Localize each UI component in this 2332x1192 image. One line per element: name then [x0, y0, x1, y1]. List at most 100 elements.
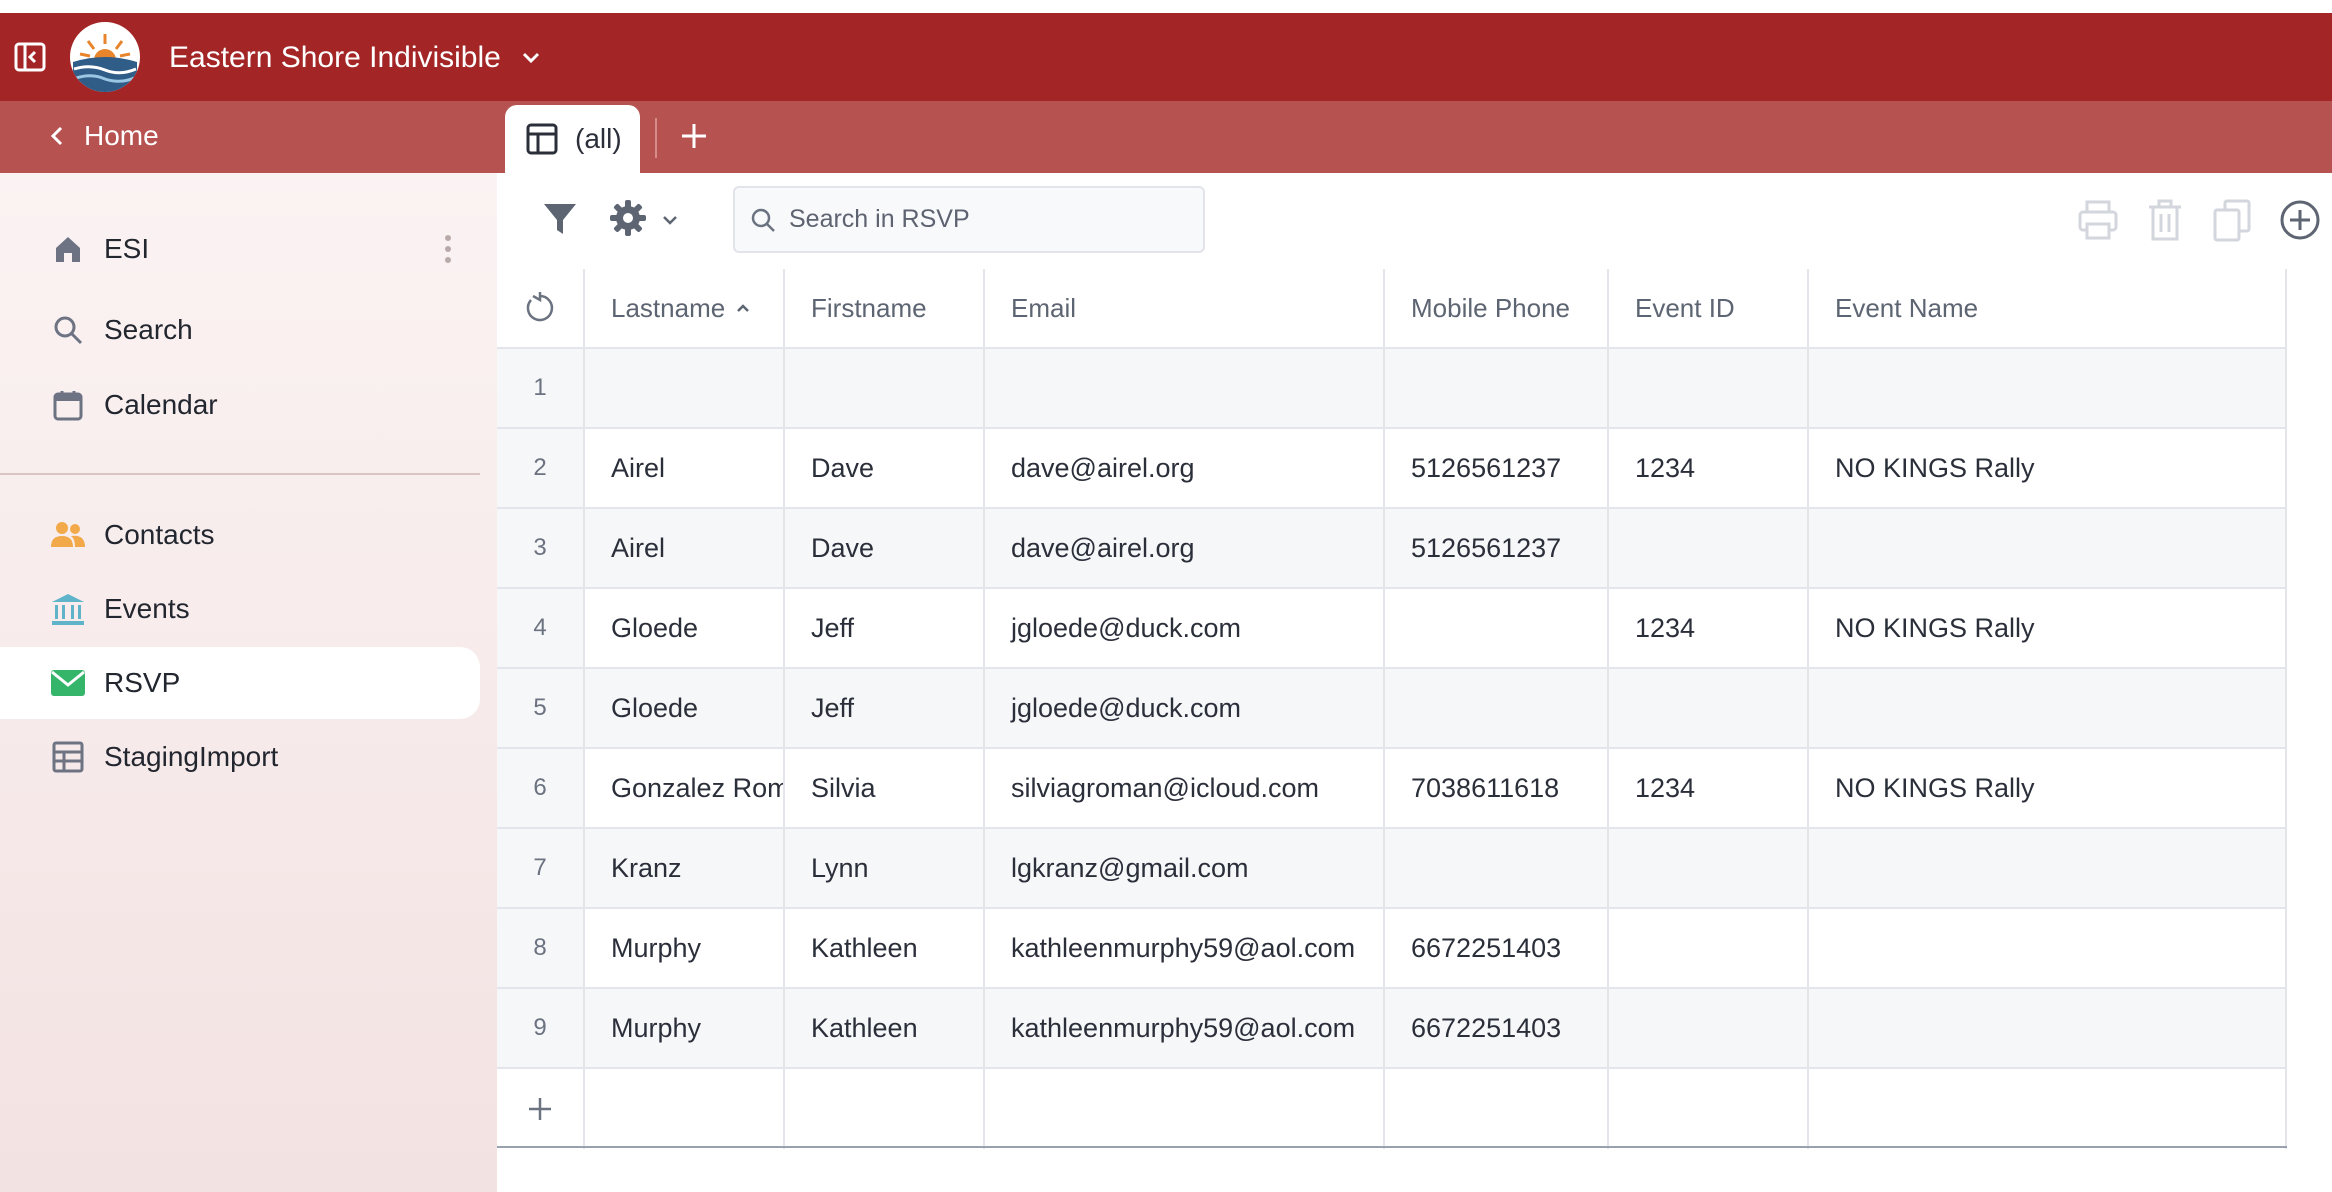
print-icon[interactable]	[2076, 198, 2120, 242]
cell-event-name[interactable]	[1809, 909, 2287, 987]
cell-lastname[interactable]: Gloede	[585, 669, 785, 747]
column-header-event-id[interactable]: Event ID	[1609, 269, 1809, 347]
cell-email[interactable]: silviagroman@icloud.com	[985, 749, 1385, 827]
column-header-firstname[interactable]: Firstname	[785, 269, 985, 347]
empty-cell[interactable]	[985, 1069, 1385, 1149]
cell-event-name[interactable]: NO KINGS Rally	[1809, 749, 2287, 827]
add-row[interactable]	[497, 1069, 2287, 1149]
cell-lastname[interactable]: Gloede	[585, 589, 785, 667]
empty-cell[interactable]	[1609, 1069, 1809, 1149]
cell-mobile-phone[interactable]	[1385, 589, 1609, 667]
cell-event-name[interactable]	[1809, 829, 2287, 907]
cell-firstname[interactable]: Kathleen	[785, 909, 985, 987]
cell-email[interactable]: kathleenmurphy59@aol.com	[985, 909, 1385, 987]
cell-event-id[interactable]: 1234	[1609, 429, 1809, 507]
table-row[interactable]: 1	[497, 349, 2287, 429]
cell-mobile-phone[interactable]	[1385, 349, 1609, 427]
sidebar-item-stagingimport[interactable]: StagingImport	[0, 721, 480, 793]
cell-email[interactable]	[985, 349, 1385, 427]
home-link[interactable]: Home	[48, 116, 159, 156]
cell-email[interactable]: dave@airel.org	[985, 509, 1385, 587]
table-row[interactable]: 2 Airel Dave dave@airel.org 5126561237 1…	[497, 429, 2287, 509]
column-header-event-name[interactable]: Event Name	[1809, 269, 2287, 347]
sort-ascending-icon[interactable]	[735, 300, 751, 316]
cell-event-id[interactable]	[1609, 989, 1809, 1067]
add-circle-icon[interactable]	[2278, 198, 2322, 242]
cell-lastname[interactable]: Murphy	[585, 909, 785, 987]
table-row[interactable]: 9 Murphy Kathleen kathleenmurphy59@aol.c…	[497, 989, 2287, 1069]
cell-lastname[interactable]: Gonzalez Rom	[585, 749, 785, 827]
cell-email[interactable]: dave@airel.org	[985, 429, 1385, 507]
cell-email[interactable]: jgloede@duck.com	[985, 669, 1385, 747]
table-row[interactable]: 3 Airel Dave dave@airel.org 5126561237	[497, 509, 2287, 589]
cell-lastname[interactable]: Kranz	[585, 829, 785, 907]
cell-firstname[interactable]: Jeff	[785, 589, 985, 667]
add-row-cell[interactable]	[497, 1069, 585, 1149]
plus-icon[interactable]	[676, 118, 712, 154]
cell-firstname[interactable]: Dave	[785, 509, 985, 587]
cell-email[interactable]: lgkranz@gmail.com	[985, 829, 1385, 907]
cell-lastname[interactable]: Airel	[585, 509, 785, 587]
cell-firstname[interactable]: Dave	[785, 429, 985, 507]
cell-mobile-phone[interactable]: 6672251403	[1385, 989, 1609, 1067]
cell-event-id[interactable]	[1609, 909, 1809, 987]
cell-firstname[interactable]: Jeff	[785, 669, 985, 747]
search-input[interactable]	[789, 205, 1189, 234]
gear-icon[interactable]	[608, 198, 648, 238]
sidebar-item-esi[interactable]: ESI	[0, 213, 480, 285]
column-header-lastname[interactable]: Lastname	[585, 269, 785, 347]
org-name[interactable]: Eastern Shore Indivisible	[169, 38, 501, 78]
cell-mobile-phone[interactable]: 5126561237	[1385, 429, 1609, 507]
table-row[interactable]: 7 Kranz Lynn lgkranz@gmail.com	[497, 829, 2287, 909]
cell-firstname[interactable]	[785, 349, 985, 427]
sidebar-item-rsvp[interactable]: RSVP	[0, 647, 480, 719]
chevron-down-icon[interactable]	[660, 210, 680, 230]
empty-cell[interactable]	[585, 1069, 785, 1149]
cell-event-id[interactable]: 1234	[1609, 589, 1809, 667]
cell-event-name[interactable]	[1809, 349, 2287, 427]
filter-icon[interactable]	[541, 200, 579, 238]
chevron-down-icon[interactable]	[520, 46, 542, 68]
empty-cell[interactable]	[1385, 1069, 1609, 1149]
cell-event-id[interactable]: 1234	[1609, 749, 1809, 827]
cell-mobile-phone[interactable]: 7038611618	[1385, 749, 1609, 827]
cell-firstname[interactable]: Silvia	[785, 749, 985, 827]
cell-event-id[interactable]	[1609, 829, 1809, 907]
cell-firstname[interactable]: Lynn	[785, 829, 985, 907]
empty-cell[interactable]	[785, 1069, 985, 1149]
cell-mobile-phone[interactable]	[1385, 669, 1609, 747]
cell-mobile-phone[interactable]	[1385, 829, 1609, 907]
cell-email[interactable]: jgloede@duck.com	[985, 589, 1385, 667]
cell-mobile-phone[interactable]: 5126561237	[1385, 509, 1609, 587]
sidebar-item-events[interactable]: Events	[0, 573, 480, 645]
trash-icon[interactable]	[2143, 198, 2187, 242]
column-header-email[interactable]: Email	[985, 269, 1385, 347]
cell-event-name[interactable]	[1809, 989, 2287, 1067]
cell-email[interactable]: kathleenmurphy59@aol.com	[985, 989, 1385, 1067]
kebab-menu-icon[interactable]	[440, 231, 456, 267]
cell-lastname[interactable]: Airel	[585, 429, 785, 507]
empty-cell[interactable]	[1809, 1069, 2287, 1149]
refresh-cell[interactable]	[497, 269, 585, 347]
cell-event-name[interactable]	[1809, 509, 2287, 587]
cell-event-id[interactable]	[1609, 669, 1809, 747]
table-row[interactable]: 5 Gloede Jeff jgloede@duck.com	[497, 669, 2287, 749]
cell-event-name[interactable]: NO KINGS Rally	[1809, 589, 2287, 667]
cell-event-name[interactable]: NO KINGS Rally	[1809, 429, 2287, 507]
sidebar-item-search[interactable]: Search	[0, 294, 480, 366]
cell-event-id[interactable]	[1609, 349, 1809, 427]
sidebar-item-contacts[interactable]: Contacts	[0, 499, 480, 571]
cell-event-name[interactable]	[1809, 669, 2287, 747]
tab-all[interactable]: (all)	[505, 105, 640, 173]
search-field[interactable]	[733, 186, 1205, 253]
cell-lastname[interactable]: Murphy	[585, 989, 785, 1067]
cell-firstname[interactable]: Kathleen	[785, 989, 985, 1067]
sidebar-toggle-icon[interactable]	[14, 42, 46, 72]
cell-mobile-phone[interactable]: 6672251403	[1385, 909, 1609, 987]
table-row[interactable]: 8 Murphy Kathleen kathleenmurphy59@aol.c…	[497, 909, 2287, 989]
table-row[interactable]: 6 Gonzalez Rom Silvia silviagroman@iclou…	[497, 749, 2287, 829]
cell-lastname[interactable]	[585, 349, 785, 427]
sidebar-item-calendar[interactable]: Calendar	[0, 369, 480, 441]
cell-event-id[interactable]	[1609, 509, 1809, 587]
column-header-mobile-phone[interactable]: Mobile Phone	[1385, 269, 1609, 347]
